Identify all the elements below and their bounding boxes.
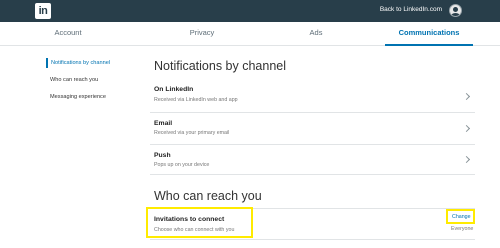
row-subtitle: Pops up on your device	[154, 162, 210, 168]
notifications-section-title: Notifications by channel	[154, 59, 287, 73]
back-to-linkedin-link[interactable]: Back to LinkedIn.com	[380, 6, 442, 13]
tab-account[interactable]: Account	[22, 22, 114, 46]
invitations-highlight	[146, 207, 253, 238]
sidenav-messaging-experience[interactable]: Messaging experience	[46, 92, 136, 102]
chevron-right-icon	[462, 155, 471, 164]
push-row[interactable]: Push Pops up on your device	[150, 145, 475, 175]
row-subtitle: Received via LinkedIn web and app	[154, 97, 238, 103]
tab-privacy[interactable]: Privacy	[156, 22, 248, 46]
settings-tabs: Account Privacy Ads Communications	[0, 22, 500, 46]
sidenav-who-can-reach-you[interactable]: Who can reach you	[46, 75, 136, 85]
global-nav-bar: in Back to LinkedIn.com	[0, 0, 500, 22]
profile-avatar-icon[interactable]	[449, 4, 462, 17]
sidenav-notifications-by-channel[interactable]: Notifications by channel	[46, 58, 136, 68]
invitation-setting-value: Everyone	[451, 226, 474, 232]
tab-ads[interactable]: Ads	[270, 22, 362, 46]
chevron-right-icon	[462, 124, 471, 133]
row-subtitle: Received via your primary email	[154, 130, 230, 136]
side-nav: Notifications by channel Who can reach y…	[46, 58, 136, 109]
tab-communications[interactable]: Communications	[385, 22, 473, 46]
on-linkedin-row[interactable]: On LinkedIn Received via LinkedIn web an…	[150, 80, 475, 113]
email-row[interactable]: Email Received via your primary email	[150, 113, 475, 145]
change-button[interactable]: Change	[452, 214, 471, 220]
row-title: Push	[154, 152, 171, 159]
reach-section-title: Who can reach you	[154, 189, 262, 203]
row-title: Email	[154, 120, 173, 127]
linkedin-logo[interactable]: in	[35, 3, 51, 19]
row-title: On LinkedIn	[154, 86, 194, 93]
chevron-right-icon	[462, 92, 471, 101]
